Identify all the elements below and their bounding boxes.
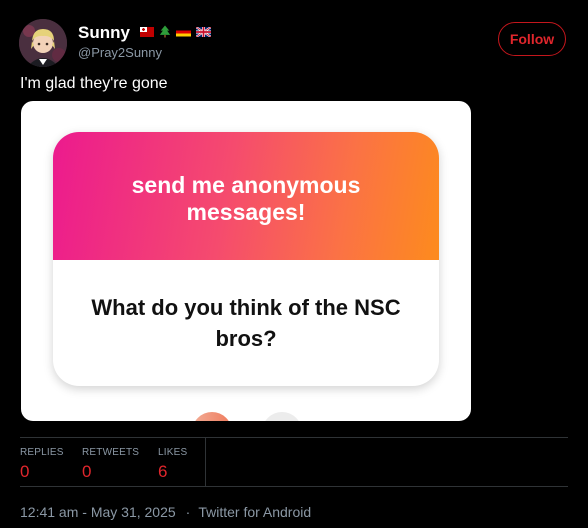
name-emoji-flags [140,25,211,38]
uk-flag-icon [196,26,211,37]
card-header: send me anonymous messages! [53,132,439,260]
replies-label: REPLIES [20,447,64,458]
tweet-text: I'm glad they're gone [20,75,168,92]
avatar-image [19,19,67,67]
likes-label: LIKES [158,447,188,458]
tonga-flag-icon [140,26,154,37]
christmas-tree-icon [159,25,171,38]
card-body: What do you think of the NSC bros? [53,260,439,386]
avatar[interactable] [19,19,67,67]
retweets-stat[interactable]: RETWEETS 0 [82,447,139,482]
germany-flag-icon [176,27,191,36]
retweets-count: 0 [82,462,92,481]
likes-stat[interactable]: LIKES 6 [158,447,187,482]
likes-count: 6 [158,462,168,481]
follow-button[interactable]: Follow [498,22,566,56]
card-question: What do you think of the NSC bros? [91,295,401,351]
stats-divider [205,438,206,486]
gray-circle-icon [262,412,302,421]
retweets-label: RETWEETS [82,447,140,458]
source-link[interactable]: Twitter for Android [198,504,311,520]
replies-stat[interactable]: REPLIES 0 [20,447,64,482]
tweet-media-image[interactable]: send me anonymous messages! What do you … [21,101,471,421]
gradient-circle-icon [192,412,232,421]
author-name[interactable]: Sunny [78,23,130,43]
card-title: send me anonymous messages! [131,172,361,225]
author-handle[interactable]: @Pray2Sunny [78,45,162,60]
divider [20,486,568,487]
anonymous-messages-card: send me anonymous messages! What do you … [53,132,439,386]
tweet-embed: Sunny @Pray2Sunny Follow I'm glad they'r… [0,0,588,528]
tweet-footer: 12:41 am - May 31, 2025 · Twitter for Andr… [20,504,311,520]
footer-separator: · [185,504,191,520]
replies-count: 0 [20,462,30,481]
timestamp-link[interactable]: 12:41 am - May 31, 2025 [20,504,176,520]
divider [20,437,568,438]
